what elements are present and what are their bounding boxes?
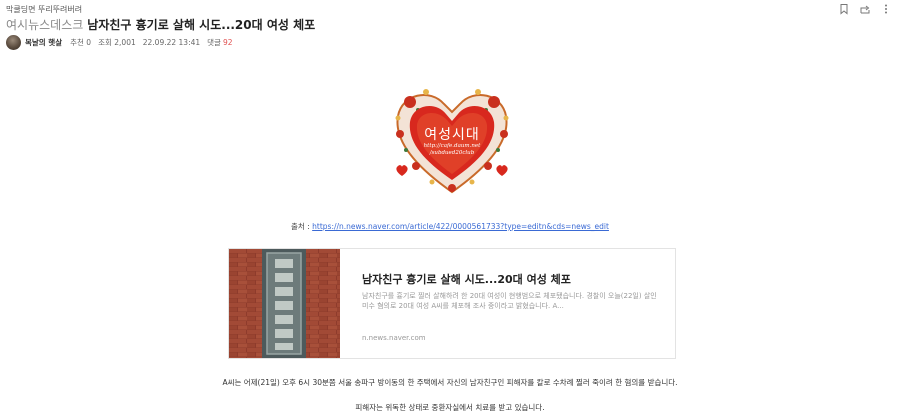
news-card-body: 남자친구 흉기로 살해 시도...20대 여성 체포 남자친구를 흉기로 찔러 …: [362, 249, 661, 358]
source-line: 출처 : https://n.news.naver.com/article/42…: [0, 221, 900, 232]
news-link-card[interactable]: 남자친구 흉기로 살해 시도...20대 여성 체포 남자친구를 흉기로 찔러 …: [228, 248, 676, 359]
comment-label[interactable]: 댓글: [207, 37, 221, 48]
article-paragraph: A씨는 어제(21일) 오후 6시 30분쯤 서울 송파구 방이동의 한 주택에…: [222, 378, 678, 387]
news-thumbnail: [229, 249, 340, 358]
thumbnail-image: [229, 249, 340, 358]
recommend-count: 추천 0: [70, 38, 92, 47]
logo-url-line1: http://cafe.daum.net: [423, 143, 481, 149]
logo-title: 여성시대: [424, 127, 480, 143]
top-actions: [838, 3, 892, 15]
source-label: 출처 :: [291, 222, 310, 231]
post-date: 22.09.22 13:41: [142, 38, 201, 47]
post-meta: 복날의 햇살 추천 0 조회 2,001 22.09.22 13:41 댓글 92: [6, 35, 233, 50]
board-name[interactable]: 여시뉴스데스크: [6, 18, 83, 32]
news-card-description: 남자친구를 흉기로 찔러 살해하려 한 20대 여성이 현행범으로 체포됐습니다…: [362, 292, 657, 310]
post-title: 남자친구 흉기로 살해 시도...20대 여성 체포: [87, 18, 316, 32]
avatar[interactable]: [6, 35, 21, 50]
view-count: 조회 2,001: [98, 38, 136, 47]
cafe-logo-image: 여성시대 http://cafe.daum.net /subdued20club: [392, 84, 512, 200]
logo-url: http://cafe.daum.net /subdued20club: [392, 143, 512, 157]
source-link[interactable]: https://n.news.naver.com/article/422/000…: [312, 222, 609, 231]
more-vertical-icon[interactable]: [880, 3, 892, 15]
logo-url-line2: /subdued20club: [429, 150, 475, 156]
author-name[interactable]: 복날의 햇살: [25, 37, 62, 48]
breadcrumb[interactable]: 막쿨딩면 뚜리뚜려버려: [6, 4, 82, 15]
bookmark-icon[interactable]: [838, 3, 850, 15]
logo-text-overlay: 여성시대 http://cafe.daum.net /subdued20club: [392, 84, 512, 200]
article-paragraph: 피해자는 위독한 상태로 중환자실에서 치료를 받고 있습니다.: [355, 403, 545, 412]
news-card-domain: n.news.naver.com: [362, 334, 426, 342]
news-card-title: 남자친구 흉기로 살해 시도...20대 여성 체포: [362, 273, 571, 286]
post-title-row: 여시뉴스데스크 남자친구 흉기로 살해 시도...20대 여성 체포: [6, 16, 315, 33]
comment-count[interactable]: 92: [223, 38, 233, 47]
share-icon[interactable]: [859, 3, 871, 15]
